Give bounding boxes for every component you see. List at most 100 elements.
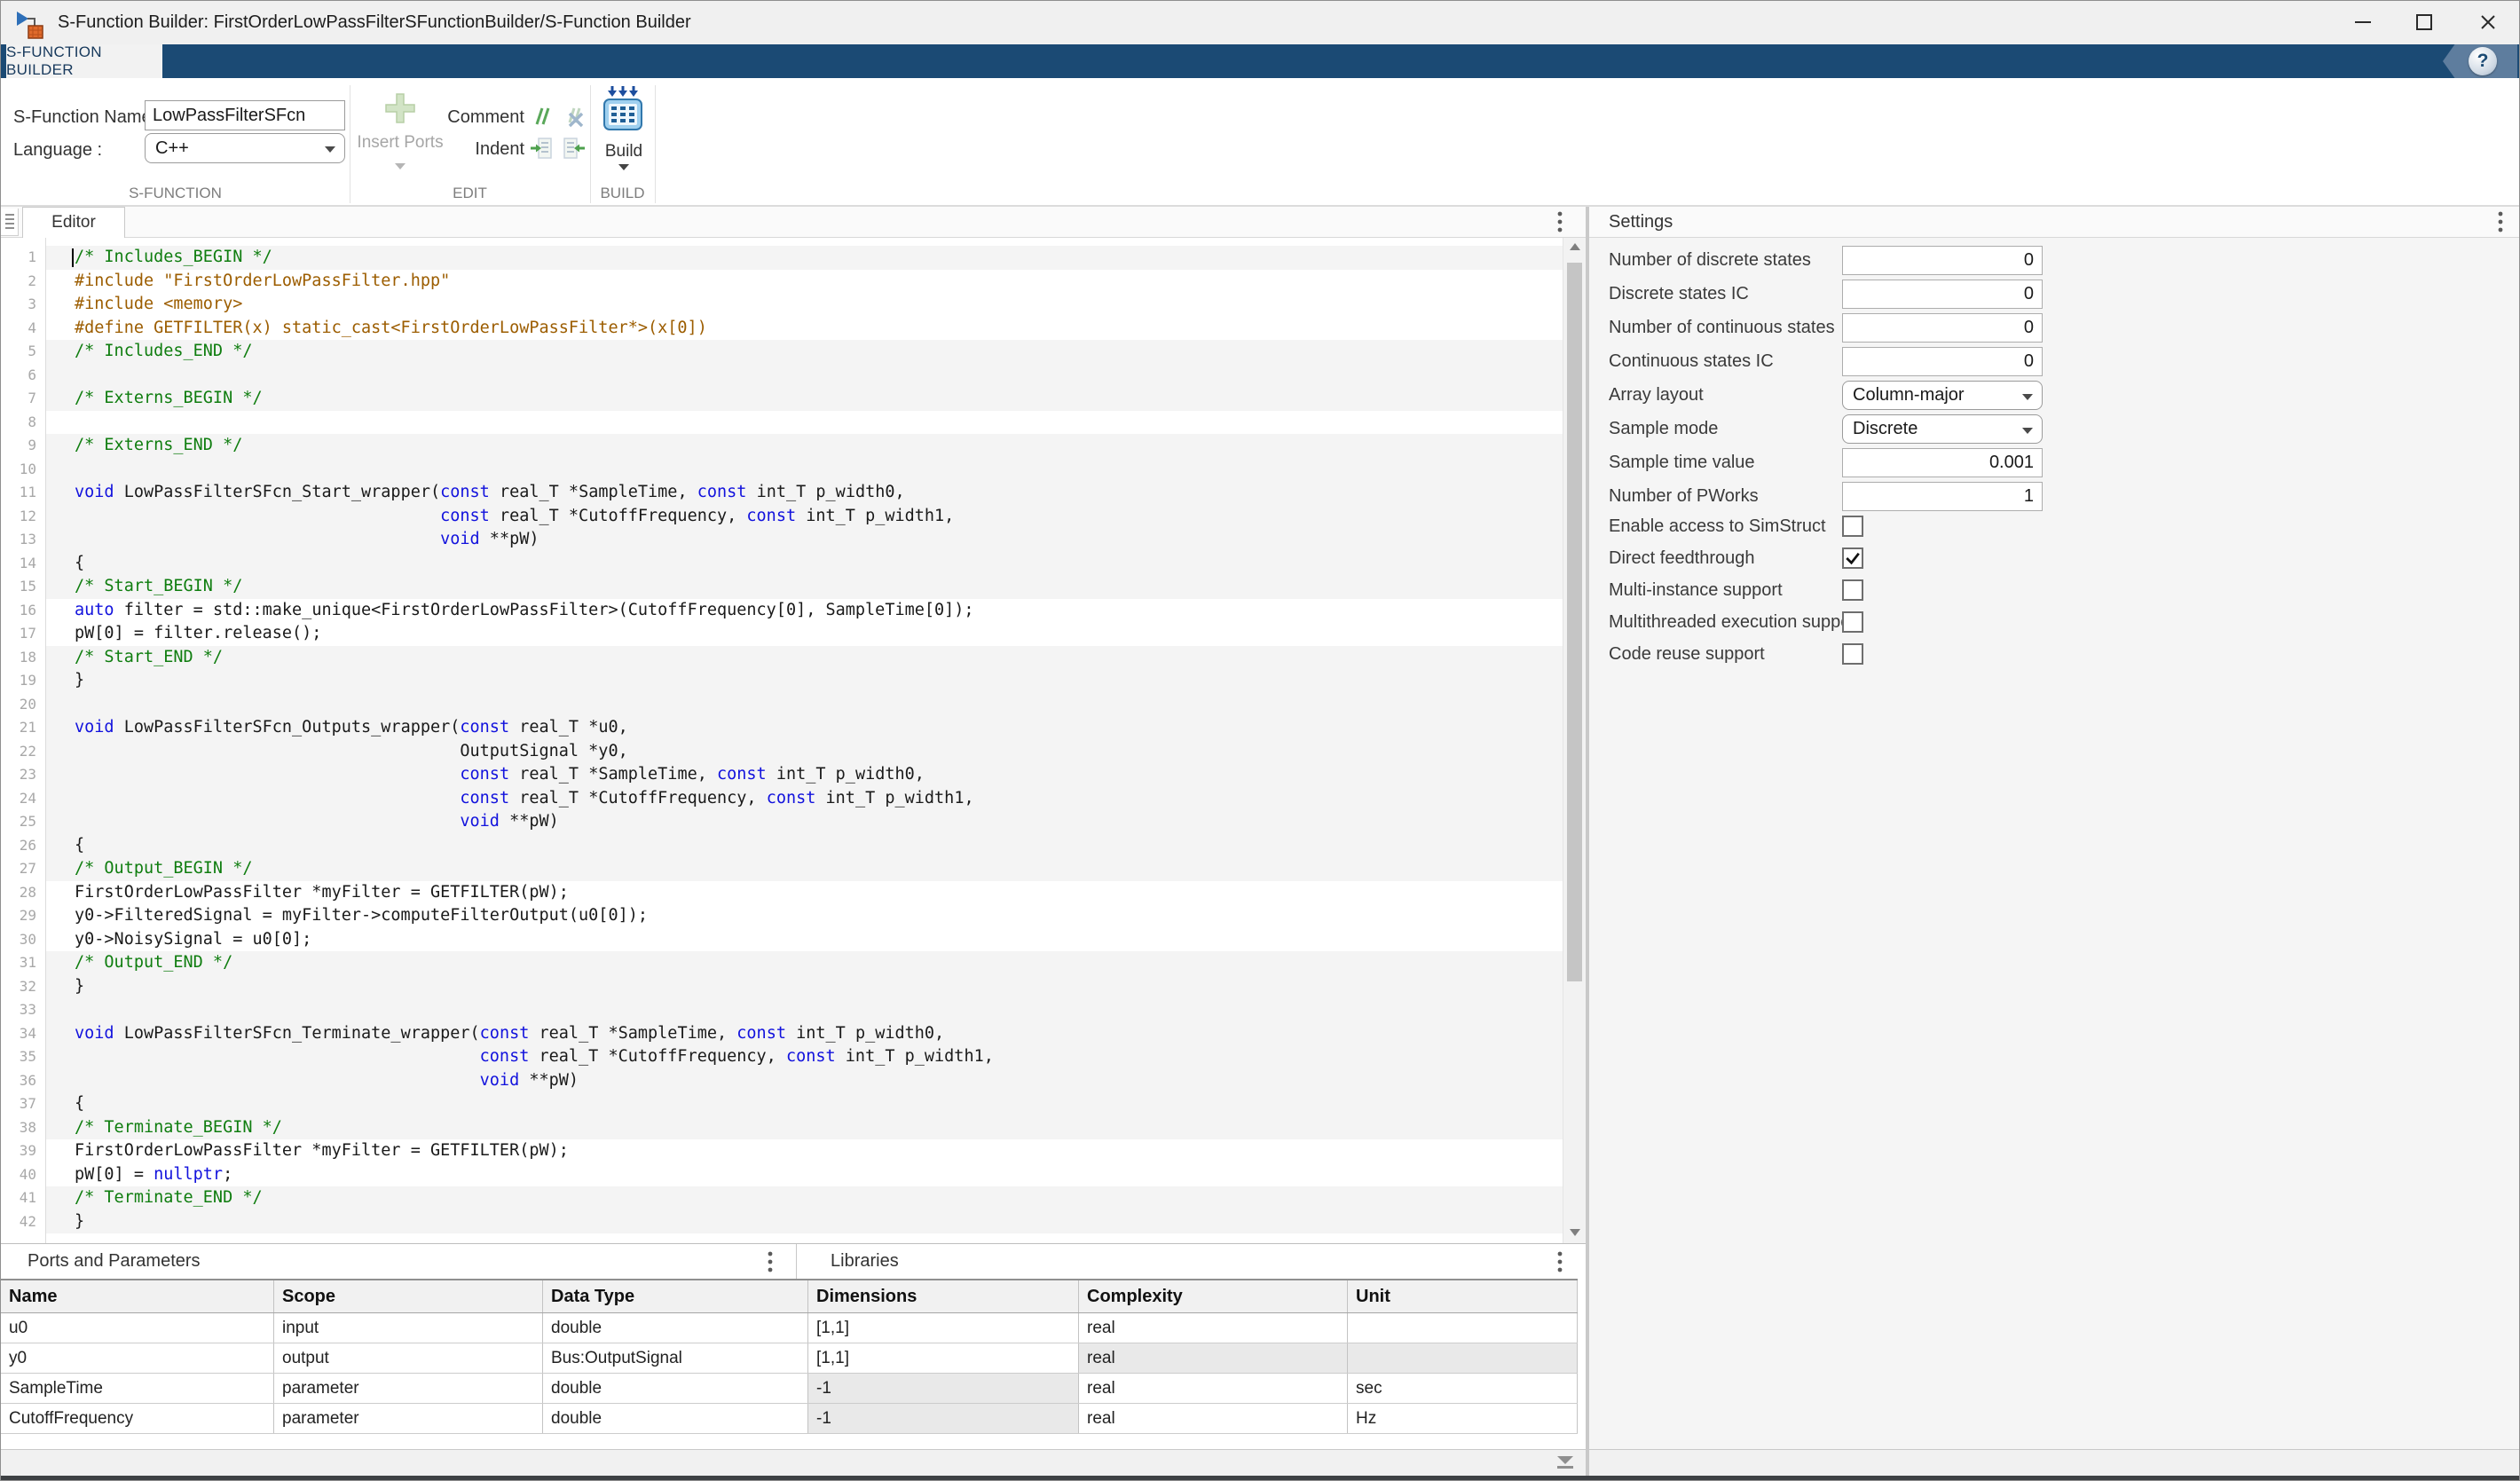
collapse-panel-button[interactable] [1552,1453,1579,1471]
code-line[interactable]: 39FirstOrderLowPassFilter *myFilter = GE… [1,1139,1586,1163]
line-number: 6 [1,364,36,388]
code-line: 20 [1,693,1586,717]
editor-menu-kebab-icon[interactable] [1550,210,1570,233]
code-line: 6 [1,364,1586,388]
table-cell[interactable]: input [274,1313,543,1343]
settings-menu-kebab-icon[interactable] [2491,210,2510,233]
table-cell[interactable]: double [543,1374,808,1403]
table-cell[interactable]: parameter [274,1404,543,1433]
code-line[interactable]: 8 [1,411,1586,435]
build-caret-icon[interactable] [618,164,629,170]
line-number: 20 [1,693,36,717]
code-line: 12 const real_T *CutoffFrequency, const … [1,505,1586,529]
code-line[interactable]: 28FirstOrderLowPassFilter *myFilter = GE… [1,881,1586,905]
line-number: 24 [1,787,36,811]
code-line: 15/* Start_BEGIN */ [1,575,1586,599]
scrollbar-thumb[interactable] [1567,263,1582,981]
setting-select-sample-mode[interactable]: Discrete [1842,414,2043,444]
setting-input-number-of-discrete-states[interactable]: 0 [1842,246,2043,275]
close-button[interactable] [2460,1,2516,43]
table-cell[interactable]: [1,1] [808,1343,1079,1373]
editor-scrollbar[interactable] [1563,238,1586,1243]
tab-editor[interactable]: Editor [22,207,125,238]
code-line[interactable]: 16auto filter = std::make_unique<FirstOr… [1,599,1586,623]
code-line[interactable]: 3#include <memory> [1,293,1586,317]
table-cell[interactable]: real [1079,1374,1348,1403]
comment-icon[interactable] [530,105,553,128]
code-line[interactable]: 29y0->FilteredSignal = myFilter->compute… [1,904,1586,928]
table-cell[interactable]: y0 [1,1343,274,1373]
setting-input-number-of-pworks[interactable]: 1 [1842,482,2043,511]
table-cell[interactable]: parameter [274,1374,543,1403]
table-cell[interactable]: sec [1348,1374,1578,1403]
code-line: 34void LowPassFilterSFcn_Terminate_wrapp… [1,1022,1586,1046]
setting-checkbox-enable-access-to-simstruct[interactable] [1842,516,1863,537]
minimize-icon [2353,12,2373,32]
table-cell[interactable]: u0 [1,1313,274,1343]
libraries-panel-title[interactable]: Libraries [831,1244,899,1279]
panel-handle-icon[interactable] [1,209,19,236]
setting-checkbox-multithreaded-execution-support[interactable] [1842,611,1863,633]
text-cursor [72,248,74,267]
panel-splitter[interactable] [1586,207,1589,1476]
language-select[interactable]: C++ [145,133,345,163]
line-number: 23 [1,763,36,787]
scroll-down-icon[interactable] [1570,1229,1580,1236]
table-row[interactable]: y0outputBus:OutputSignal[1,1]real [1,1343,1578,1374]
maximize-button[interactable] [2396,1,2453,43]
table-cell[interactable]: Bus:OutputSignal [543,1343,808,1373]
tab-sfunction-builder[interactable]: S-FUNCTION BUILDER [6,44,162,78]
setting-input-sample-time-value[interactable]: 0.001 [1842,448,2043,477]
code-line[interactable]: 17pW[0] = filter.release(); [1,622,1586,646]
setting-checkbox-code-reuse-support[interactable] [1842,643,1863,665]
build-button[interactable]: Build [597,142,650,161]
outdent-icon[interactable] [563,137,586,160]
ports-menu-kebab-icon[interactable] [760,1250,780,1273]
code-line[interactable]: 4#define GETFILTER(x) static_cast<FirstO… [1,317,1586,341]
scroll-up-icon[interactable] [1570,243,1580,250]
code-line[interactable]: 2#include "FirstOrderLowPassFilter.hpp" [1,270,1586,294]
uncomment-icon[interactable] [563,105,586,128]
table-cell[interactable]: Hz [1348,1404,1578,1433]
line-number: 9 [1,434,36,458]
table-row[interactable]: SampleTimeparameterdouble-1realsec [1,1374,1578,1404]
setting-input-number-of-continuous-states[interactable]: 0 [1842,313,2043,343]
line-number: 29 [1,904,36,928]
code-line: 41/* Terminate_END */ [1,1186,1586,1210]
table-cell[interactable]: double [543,1313,808,1343]
code-line[interactable]: 40pW[0] = nullptr; [1,1163,1586,1187]
insert-ports-plus-icon [382,91,418,126]
code-line: 13 void **pW) [1,528,1586,552]
settings-header: Settings [1589,207,2520,238]
collapse-icon [1554,1455,1577,1470]
table-cell[interactable]: output [274,1343,543,1373]
code-editor[interactable]: 1/* Includes_BEGIN */2#include "FirstOrd… [1,238,1586,1243]
sfunction-name-input[interactable]: LowPassFilterSFcn [145,100,345,130]
table-cell[interactable]: real [1079,1404,1348,1433]
table-cell[interactable]: [1,1] [808,1313,1079,1343]
table-cell[interactable] [1348,1313,1578,1343]
table-cell[interactable]: real [1079,1313,1348,1343]
table-row[interactable]: u0inputdouble[1,1]real [1,1313,1578,1343]
setting-input-continuous-states-ic[interactable]: 0 [1842,347,2043,376]
setting-input-discrete-states-ic[interactable]: 0 [1842,280,2043,309]
table-cell: real [1079,1343,1348,1373]
bottom-strip [1,1449,2519,1476]
setting-select-array-layout[interactable]: Column-major [1842,381,2043,410]
libraries-menu-kebab-icon[interactable] [1550,1250,1570,1273]
setting-checkbox-direct-feedthrough[interactable] [1842,547,1863,569]
code-line[interactable]: 30y0->NoisySignal = u0[0]; [1,928,1586,952]
setting-label: Continuous states IC [1609,347,1774,376]
indent-icon[interactable] [530,137,553,160]
sfunction-name-label: S-Function Name : [13,101,161,133]
table-cell[interactable]: SampleTime [1,1374,274,1403]
table-cell[interactable]: CutoffFrequency [1,1404,274,1433]
minimize-button[interactable] [2335,1,2391,43]
column-header-dimensions: Dimensions [808,1280,1079,1312]
setting-checkbox-multi-instance-support[interactable] [1842,579,1863,601]
line-number: 18 [1,646,36,670]
table-cell[interactable]: double [543,1404,808,1433]
help-button[interactable]: ? [2469,47,2497,75]
table-row[interactable]: CutoffFrequencyparameterdouble-1realHz [1,1404,1578,1434]
code-line: 23 const real_T *SampleTime, const int_T… [1,763,1586,787]
